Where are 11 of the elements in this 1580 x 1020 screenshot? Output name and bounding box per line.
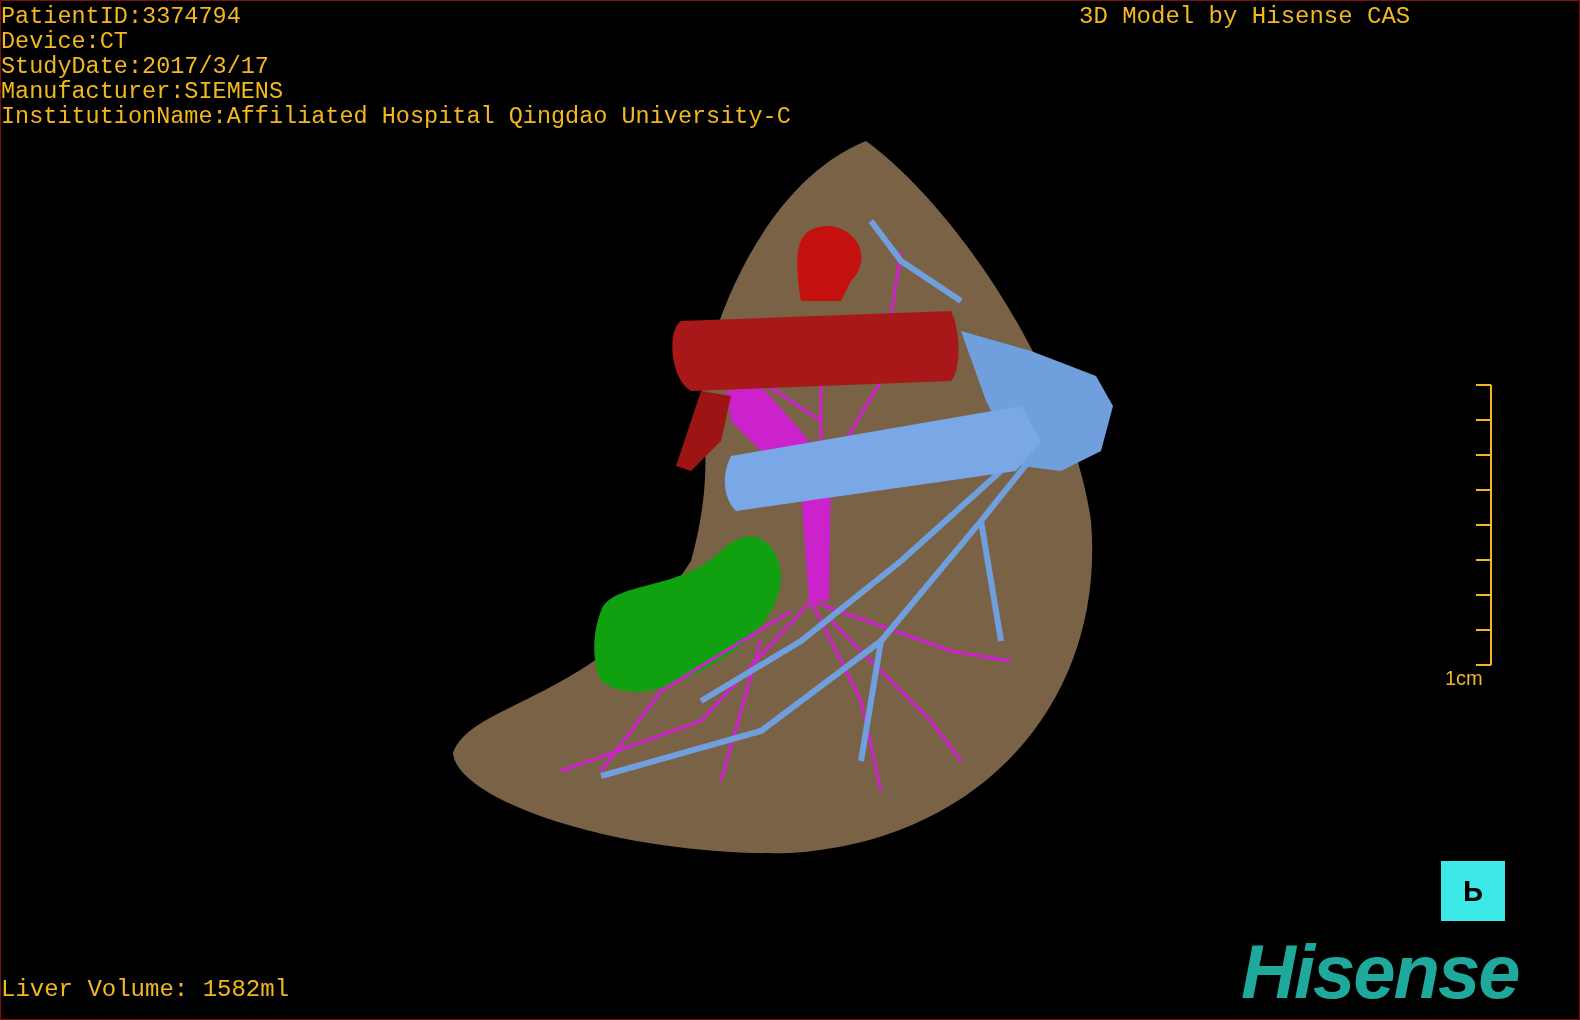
- patient-info-text: PatientID:3374794: [1, 4, 242, 29]
- orientation-label: P: [1463, 876, 1483, 906]
- patient-info-text: StudyDate:2017/3/17: [1, 54, 270, 79]
- patient-info-text: InstitutionName:Affiliated Hospital Qingdao University-C: [1, 104, 791, 129]
- patient-info-text: Device:CT: [1, 29, 129, 54]
- liver-volume-text: Liver Volume: 1582ml: [1, 977, 290, 1002]
- scale-bar-icon: [1474, 384, 1493, 666]
- patient-info-text: Manufacturer:SIEMENS: [1, 79, 285, 104]
- brand-logo: Hisense: [1241, 934, 1519, 1010]
- model-credit-text: 3D Model by Hisense CAS: [1079, 4, 1411, 29]
- scale-label: 1cm: [1445, 666, 1483, 690]
